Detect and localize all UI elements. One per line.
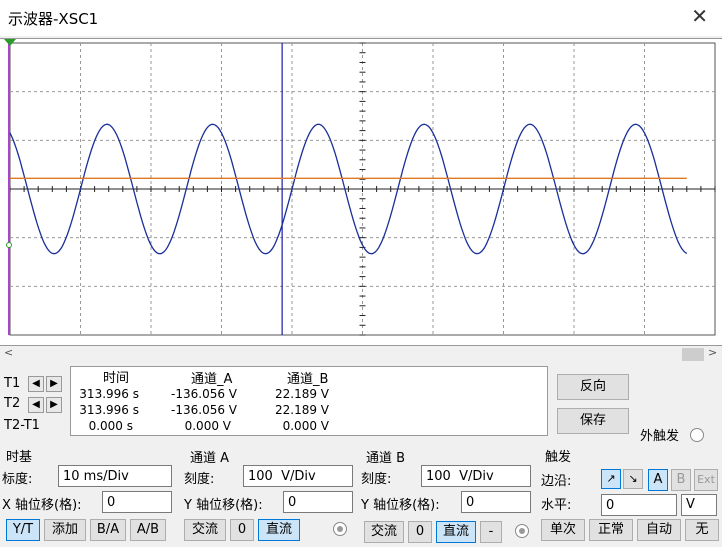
channel-b-scale-label: 刻度: [361, 468, 391, 487]
delta-channel-b: 0.000 V [261, 418, 329, 434]
x-position-label: X 轴位移(格): [2, 494, 82, 513]
t2-time: 313.996 s [71, 402, 139, 418]
channel-b-title: 通道 B [366, 447, 405, 466]
normal-button[interactable]: 正常 [589, 519, 633, 541]
t1-time: 313.996 s [71, 386, 139, 402]
window-title: 示波器-XSC1 [8, 8, 98, 29]
close-icon[interactable]: ✕ [691, 4, 708, 28]
readout-table: 时间 通道_A 通道_B 313.996 s -136.056 V 22.189… [70, 366, 548, 436]
channel-a-ypos-field[interactable] [283, 491, 353, 513]
t1-label: T1 [4, 376, 20, 391]
trigger-level-field[interactable] [601, 494, 677, 516]
timebase-title: 时基 [6, 446, 32, 465]
channel-a-zero-button[interactable]: 0 [230, 519, 254, 541]
delta-channel-a: 0.000 V [161, 418, 231, 434]
scroll-left-icon[interactable]: < [4, 346, 13, 359]
scroll-right-icon[interactable]: > [708, 346, 717, 359]
header-time: 时间 [103, 367, 129, 386]
channel-a-scale-field[interactable] [243, 465, 353, 487]
t2-channel-b: 22.189 V [261, 402, 329, 418]
t2-left-icon[interactable]: ◀ [28, 397, 44, 413]
x-position-field[interactable] [102, 491, 172, 513]
trigger-edge-label: 边沿: [541, 470, 571, 489]
header-channel-a: 通道_A [191, 368, 232, 387]
t1-right-icon[interactable]: ▶ [46, 376, 62, 392]
horizontal-scrollbar[interactable]: < > [0, 346, 722, 363]
channel-b-minus-button[interactable]: - [480, 521, 502, 543]
trigger-a-button[interactable]: A [648, 469, 668, 491]
title-bar: 示波器-XSC1 ✕ [0, 0, 722, 36]
trigger-unit-select[interactable]: V [681, 494, 717, 516]
add-button[interactable]: 添加 [44, 519, 86, 541]
save-button[interactable]: 保存 [557, 408, 629, 434]
scope-display[interactable] [0, 38, 722, 346]
trigger-title: 触发 [545, 446, 571, 465]
t1-left-icon[interactable]: ◀ [28, 376, 44, 392]
channel-b-zero-button[interactable]: 0 [408, 521, 432, 543]
t1-channel-b: 22.189 V [261, 386, 329, 402]
channel-b-dc-button[interactable]: 直流 [436, 521, 476, 543]
channel-a-ac-button[interactable]: 交流 [184, 519, 226, 541]
scroll-thumb[interactable] [682, 348, 704, 361]
t1-channel-a: -136.056 V [161, 386, 237, 402]
channel-a-ypos-label: Y 轴位移(格): [184, 494, 263, 513]
channel-b-ypos-field[interactable] [461, 491, 531, 513]
t2-label: T2 [4, 396, 20, 411]
trace-start-marker-icon [7, 243, 12, 248]
scope-plot[interactable] [0, 39, 722, 347]
falling-edge-button[interactable]: ↘ [623, 469, 643, 489]
channel-a-dc-button[interactable]: 直流 [258, 519, 300, 541]
ext-trigger-label: 外触发 [640, 425, 679, 444]
channel-b-scale-field[interactable] [421, 465, 531, 487]
channel-b-ac-button[interactable]: 交流 [364, 521, 404, 543]
trigger-b-button[interactable]: B [671, 469, 691, 491]
none-button[interactable]: 无 [685, 519, 719, 541]
channel-b-ypos-label: Y 轴位移(格): [361, 494, 440, 513]
timebase-scale-label: 标度: [2, 468, 32, 487]
trigger-ext-button[interactable]: Ext [694, 469, 718, 491]
t2-right-icon[interactable]: ▶ [46, 397, 62, 413]
ab-button[interactable]: A/B [130, 519, 166, 541]
channel-a-radio[interactable] [333, 522, 347, 536]
rising-edge-button[interactable]: ↗ [601, 469, 621, 489]
channel-b-radio[interactable] [515, 524, 529, 538]
trigger-level-label: 水平: [541, 494, 571, 513]
header-channel-b: 通道_B [287, 368, 328, 387]
timebase-scale-field[interactable] [58, 465, 172, 487]
delta-time: 0.000 s [71, 418, 133, 434]
channel-a-scale-label: 刻度: [184, 468, 214, 487]
channel-a-title: 通道 A [190, 447, 229, 466]
t2-channel-a: -136.056 V [161, 402, 237, 418]
t2-t1-label: T2-T1 [4, 418, 40, 433]
auto-button[interactable]: 自动 [637, 519, 681, 541]
reverse-button[interactable]: 反向 [557, 374, 629, 400]
single-button[interactable]: 单次 [541, 519, 585, 541]
ext-trigger-radio[interactable] [690, 428, 704, 442]
ba-button[interactable]: B/A [90, 519, 126, 541]
yt-button[interactable]: Y/T [6, 519, 40, 541]
